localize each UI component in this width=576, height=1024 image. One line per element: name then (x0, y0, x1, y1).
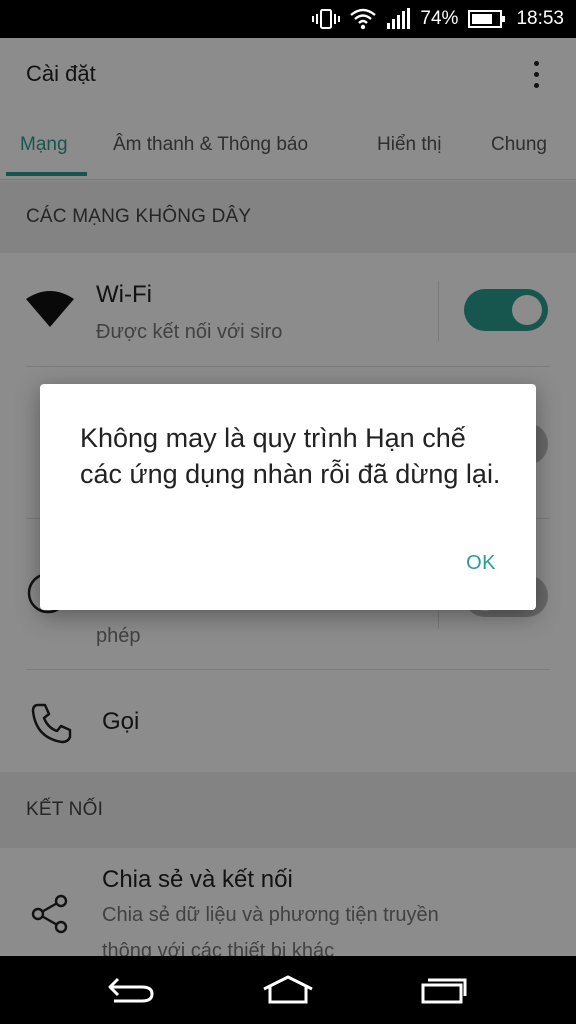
wifi-icon (350, 8, 377, 30)
navigation-bar (0, 956, 576, 1024)
recent-apps-icon[interactable] (414, 970, 474, 1010)
error-dialog: Không may là quy trình Hạn chế các ứng d… (40, 384, 536, 610)
vibrate-icon (312, 8, 341, 30)
home-icon[interactable] (258, 970, 318, 1010)
screen: 74% 18:53 Cài đặt Mạng Âm thanh & Thông … (0, 0, 576, 1024)
battery-icon (468, 9, 506, 29)
dialog-message: Không may là quy trình Hạn chế các ứng d… (80, 423, 501, 489)
status-time: 18:53 (516, 8, 564, 29)
status-bar: 74% 18:53 (0, 0, 576, 38)
signal-icon (386, 8, 411, 30)
battery-percent: 74% (420, 8, 459, 29)
back-icon[interactable] (100, 970, 160, 1010)
ok-button[interactable]: OK (466, 552, 496, 575)
